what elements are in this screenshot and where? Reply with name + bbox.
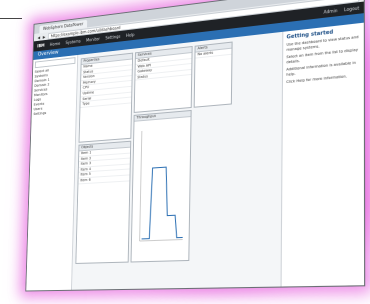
nav-item-help[interactable]: Help [126, 32, 135, 38]
brand-logo: IBM [37, 42, 45, 49]
nav-item-settings[interactable]: Settings [105, 34, 120, 41]
throughput-chart [132, 117, 191, 259]
help-sidebar: Getting started Use the dashboard to vie… [280, 22, 365, 287]
nav-item-monitor[interactable]: Monitor [86, 36, 100, 42]
chart-series-line [142, 166, 184, 239]
nav-item-systems[interactable]: Systems [65, 39, 80, 46]
services-panel: Services Default Web API Gateway Status [133, 45, 193, 113]
nav-item-home[interactable]: Home [50, 41, 61, 47]
objects-panel: Objects Item 1 Item 2 Item 3 Item 4 Item… [75, 140, 132, 264]
throughput-panel: Throughput [130, 109, 192, 263]
chart-axis-x [140, 240, 183, 241]
content-area: Select all Systems Domain 1 Domain 2 Ser… [26, 22, 365, 291]
forward-icon[interactable]: ▶ [43, 34, 46, 39]
chart-axis-y [140, 131, 142, 241]
left-sidebar: Select all Systems Domain 1 Domain 2 Ser… [26, 54, 79, 291]
user-menu[interactable]: Admin [324, 8, 338, 15]
back-icon[interactable]: ◀ [37, 35, 40, 40]
panel-grid: Properties Name Status Version Memory CP… [72, 32, 282, 290]
browser-window: WebSphere DataPower ◀ ▶ https://example.… [25, 0, 366, 292]
alerts-panel: Alerts No alerts [193, 41, 233, 108]
logout-link[interactable]: Logout [344, 5, 359, 12]
callout-line [0, 18, 22, 19]
properties-panel: Properties Name Status Version Memory CP… [78, 52, 134, 143]
